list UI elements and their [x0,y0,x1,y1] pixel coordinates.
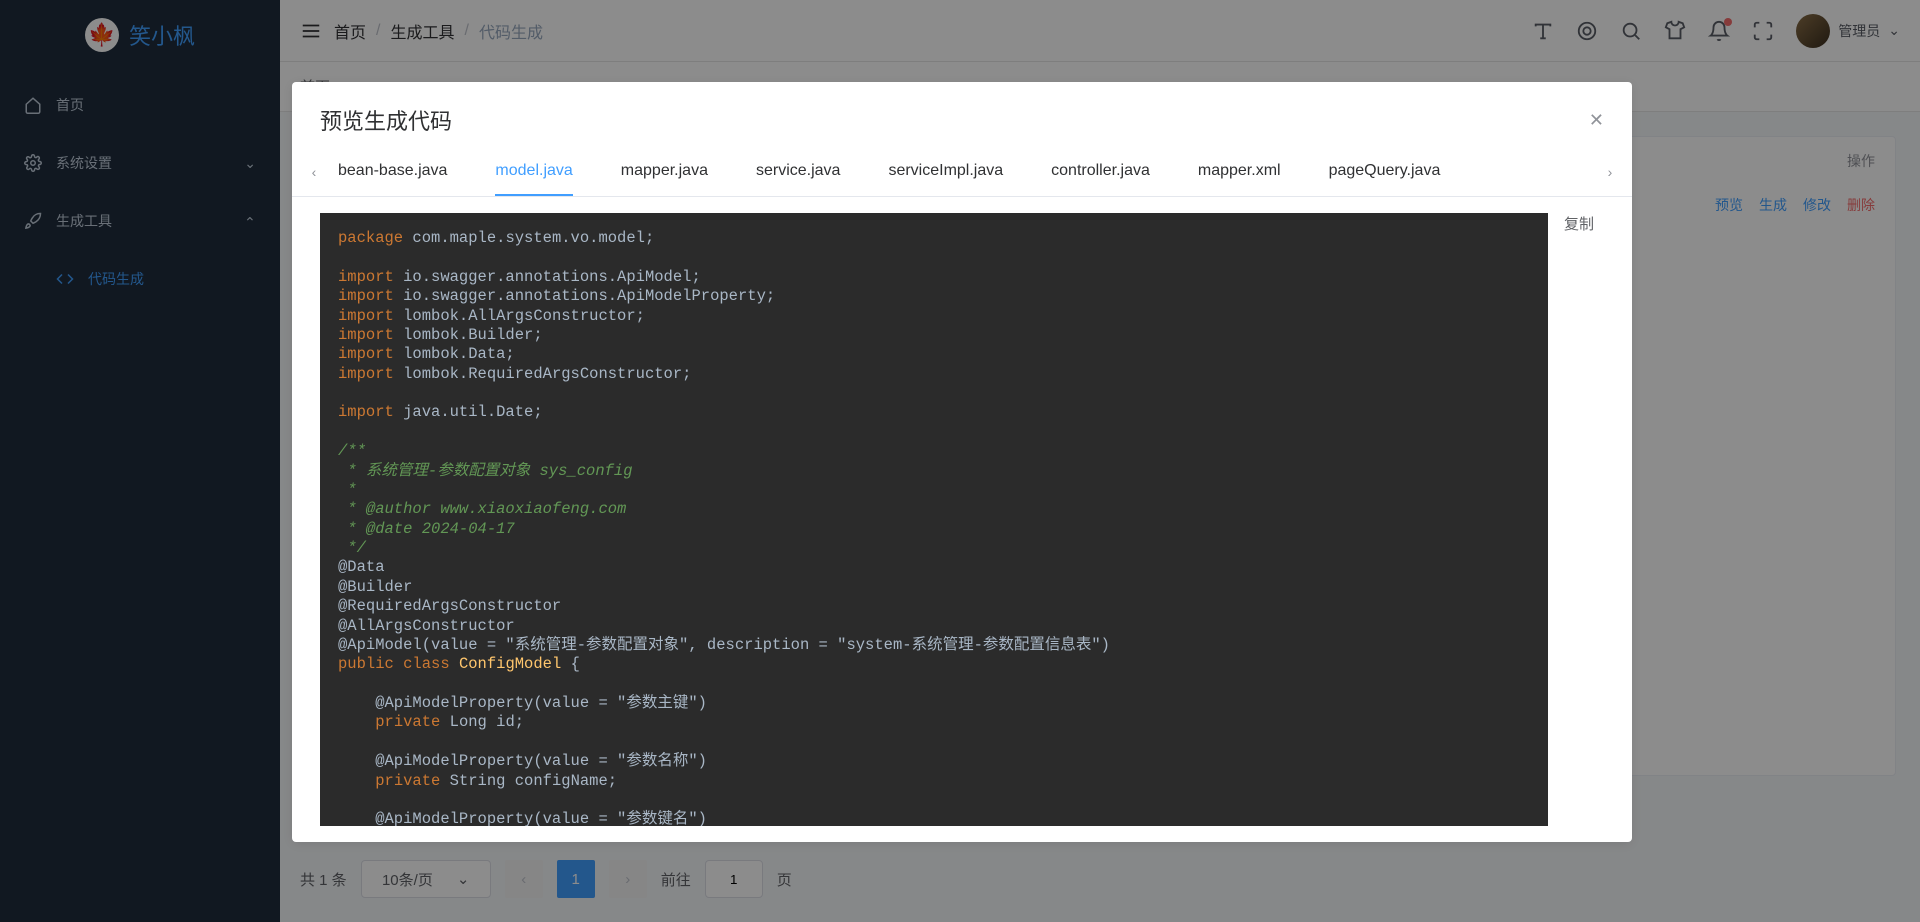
tabs-prev-icon[interactable]: ‹ [300,164,328,180]
tab-controller[interactable]: controller.java [1051,148,1150,196]
copy-button[interactable]: 复制 [1564,213,1604,826]
tabs-next-icon[interactable]: › [1596,164,1624,180]
tab-model[interactable]: model.java [495,148,572,196]
close-icon[interactable]: ✕ [1589,110,1604,131]
tab-mapperxml[interactable]: mapper.xml [1198,148,1281,196]
tab-mapper[interactable]: mapper.java [621,148,708,196]
code-preview-modal: 预览生成代码 ✕ ‹ bean-base.java model.java map… [292,82,1632,842]
tab-pagequery[interactable]: pageQuery.java [1329,148,1441,196]
modal-title: 预览生成代码 [320,104,452,136]
code-block[interactable]: package com.maple.system.vo.model; impor… [320,213,1548,826]
modal-body: package com.maple.system.vo.model; impor… [292,197,1632,842]
modal-tabs: ‹ bean-base.java model.java mapper.java … [292,148,1632,197]
tab-bean-base[interactable]: bean-base.java [338,148,447,196]
modal-header: 预览生成代码 ✕ [292,82,1632,148]
tab-serviceimpl[interactable]: serviceImpl.java [888,148,1003,196]
tab-service[interactable]: service.java [756,148,840,196]
